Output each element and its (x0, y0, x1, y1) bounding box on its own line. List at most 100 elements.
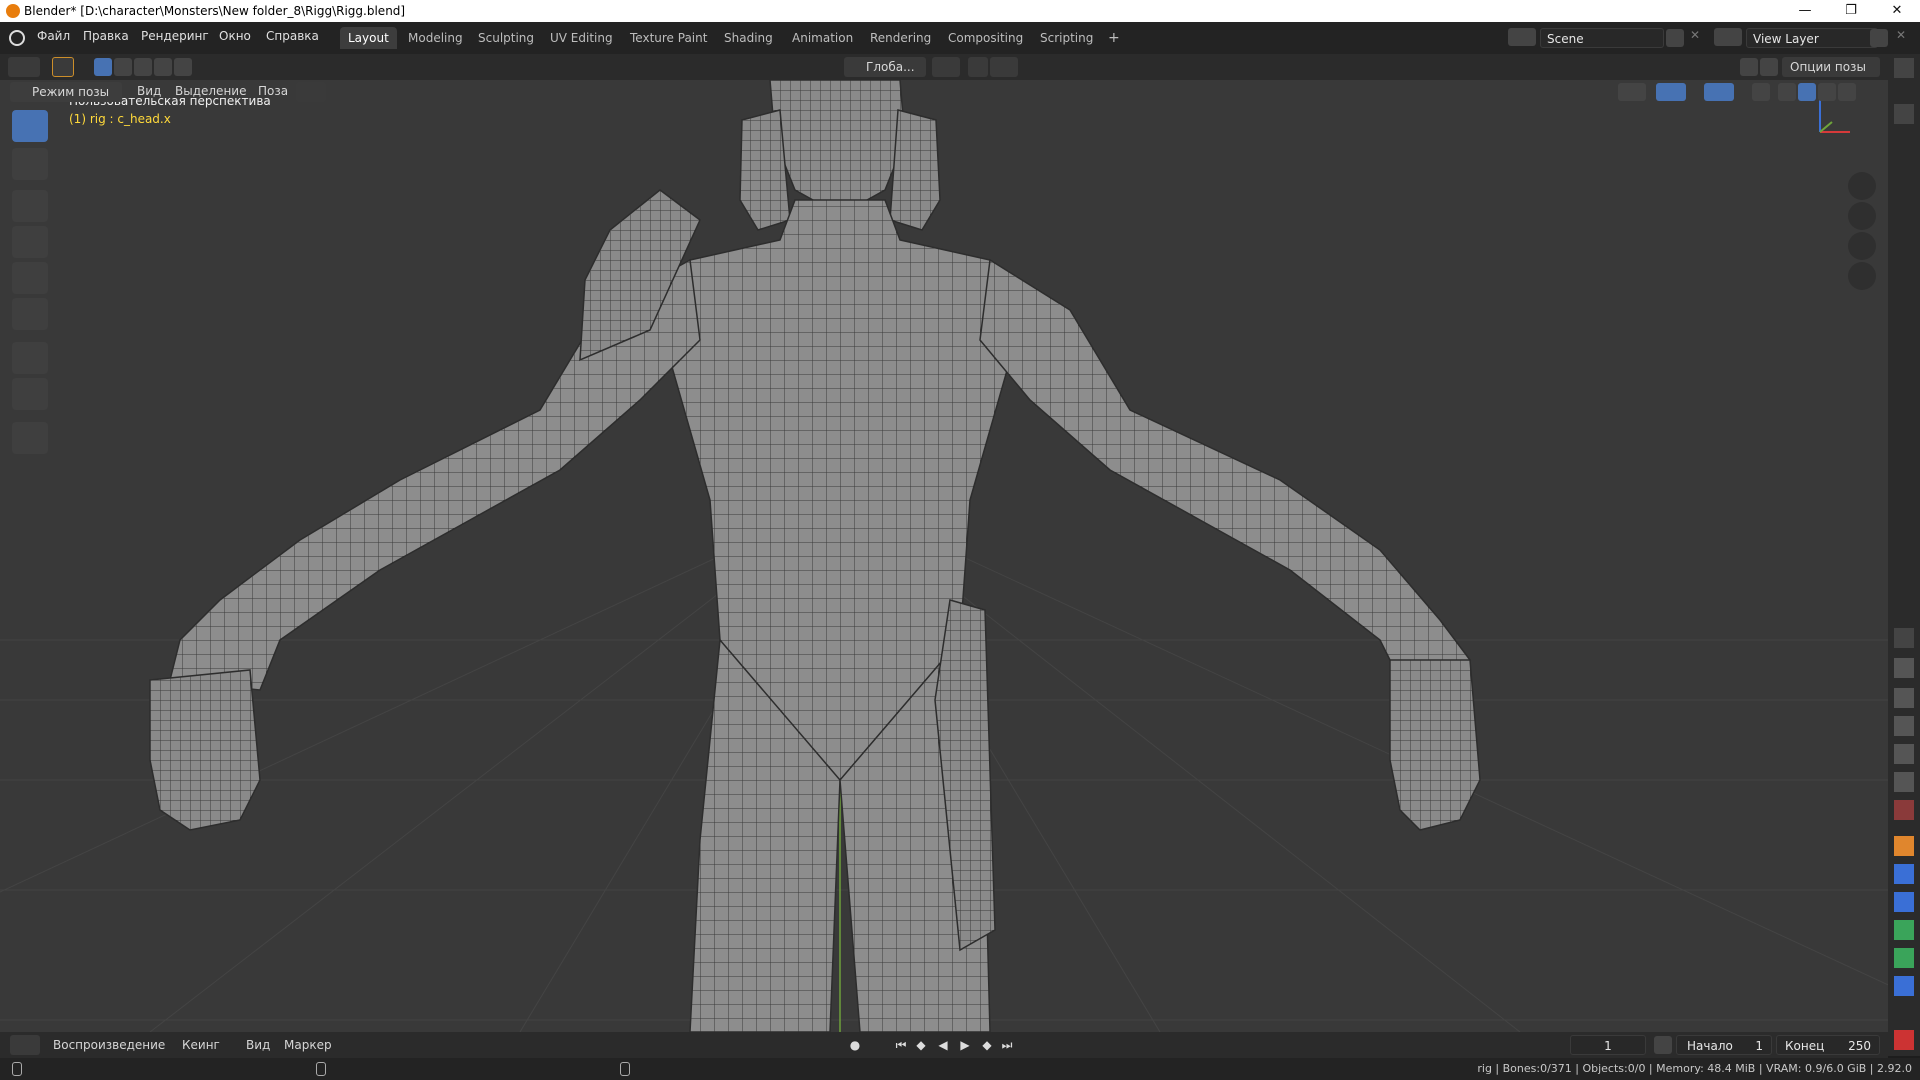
jump-end-icon[interactable]: ⏭ (998, 1036, 1016, 1054)
preview-range-icon[interactable] (1654, 1036, 1672, 1054)
tab-animation[interactable]: Animation (784, 27, 861, 49)
editor-type-icon[interactable] (8, 57, 40, 77)
x-mirror-icon[interactable] (1760, 58, 1778, 76)
world-props-icon[interactable] (1894, 800, 1914, 820)
menu-help[interactable]: Справка (266, 29, 319, 43)
proportional-icon[interactable] (296, 82, 326, 102)
marker-menu[interactable]: Маркер (284, 1038, 332, 1052)
object-props-icon[interactable] (1894, 836, 1914, 856)
tab-sculpting[interactable]: Sculpting (470, 27, 542, 49)
tab-scripting[interactable]: Scripting (1032, 27, 1101, 49)
new-view-layer-icon[interactable] (1870, 29, 1888, 47)
select-mode-subtract-icon[interactable] (134, 58, 152, 76)
select-mode-invert-icon[interactable] (154, 58, 172, 76)
maximize-button[interactable]: ❐ (1828, 0, 1874, 22)
shading-solid-icon[interactable] (1798, 83, 1816, 101)
zoom-icon[interactable] (1848, 172, 1876, 200)
pan-hand-icon[interactable] (1848, 202, 1876, 230)
modifier-props-icon[interactable] (1894, 864, 1914, 884)
annotate-icon[interactable] (12, 342, 48, 374)
delete-scene-icon[interactable]: ✕ (1690, 28, 1700, 42)
active-tool-icon[interactable] (52, 57, 74, 77)
jump-start-icon[interactable]: ⏮ (892, 1036, 910, 1054)
select-mode-intersect-icon[interactable] (174, 58, 192, 76)
tab-modeling[interactable]: Modeling (400, 27, 471, 49)
transform-orientation-dropdown[interactable]: Глоба... (844, 57, 926, 77)
close-button[interactable]: ✕ (1874, 0, 1920, 22)
next-keyframe-icon[interactable]: ◆ (978, 1036, 996, 1054)
end-frame-field[interactable]: Конец 250 (1776, 1035, 1880, 1055)
menu-select[interactable]: Выделение (175, 84, 246, 98)
playback-menu[interactable]: Воспроизведение (53, 1038, 165, 1052)
eye-icon[interactable] (1894, 104, 1914, 124)
timeline-editor-icon[interactable] (10, 1035, 40, 1055)
blender-menu-icon[interactable] (9, 30, 25, 46)
tab-rendering[interactable]: Rendering (862, 27, 939, 49)
overlays-icon[interactable] (1704, 83, 1734, 101)
tool-props-icon[interactable] (1894, 658, 1914, 678)
menu-window[interactable]: Окно (219, 29, 251, 43)
texture-props-icon[interactable] (1894, 1030, 1914, 1050)
start-frame-field[interactable]: Начало 1 (1676, 1035, 1772, 1055)
properties-icon[interactable] (1894, 628, 1914, 648)
camera-view-icon[interactable] (1848, 232, 1876, 260)
tab-uv-editing[interactable]: UV Editing (542, 27, 621, 49)
pose-options-dropdown[interactable]: Опции позы (1782, 57, 1880, 77)
select-box-icon[interactable] (12, 110, 48, 142)
play-icon[interactable]: ▶ (956, 1036, 974, 1054)
minimize-button[interactable]: — (1782, 0, 1828, 22)
pivot-point-icon[interactable] (932, 57, 960, 77)
perspective-toggle-icon[interactable] (1848, 262, 1876, 290)
render-props-icon[interactable] (1894, 688, 1914, 708)
prev-keyframe-icon[interactable]: ◆ (912, 1036, 930, 1054)
new-scene-icon[interactable] (1666, 29, 1684, 47)
add-workspace-button[interactable]: + (1100, 27, 1128, 49)
data-props-icon[interactable] (1894, 920, 1914, 940)
cursor-icon[interactable] (12, 148, 48, 180)
timeline-view-menu[interactable]: Вид (246, 1038, 270, 1052)
keying-menu[interactable]: Кеинг (182, 1038, 220, 1052)
shading-material-icon[interactable] (1818, 83, 1836, 101)
shading-wireframe-icon[interactable] (1778, 83, 1796, 101)
menu-edit[interactable]: Правка (83, 29, 129, 43)
mode-dropdown[interactable]: Режим позы (10, 82, 122, 102)
scene-name-field[interactable]: Scene (1540, 28, 1664, 48)
output-props-icon[interactable] (1894, 716, 1914, 736)
shading-rendered-icon[interactable] (1838, 83, 1856, 101)
snap-icon[interactable] (968, 57, 988, 77)
scale-icon[interactable] (12, 262, 48, 294)
view-layer-browse-icon[interactable] (1714, 28, 1742, 46)
scene-browse-icon[interactable] (1508, 28, 1536, 46)
delete-view-layer-icon[interactable]: ✕ (1896, 28, 1906, 42)
menu-render[interactable]: Рендеринг (141, 29, 209, 43)
view-layer-field[interactable]: View Layer (1746, 28, 1878, 48)
visibility-icon[interactable] (1618, 83, 1646, 101)
select-mode-extend-icon[interactable] (114, 58, 132, 76)
menu-pose[interactable]: Поза (258, 84, 288, 98)
measure-icon[interactable] (12, 378, 48, 410)
3d-viewport[interactable]: Пользовательская перспектива (1) rig : c… (0, 80, 1888, 1032)
rotate-icon[interactable] (12, 226, 48, 258)
scene-props-icon[interactable] (1894, 772, 1914, 792)
view-layer-props-icon[interactable] (1894, 744, 1914, 764)
constraint-props-icon[interactable] (1894, 892, 1914, 912)
gizmo-toggle-icon[interactable] (1656, 83, 1686, 101)
tab-shading[interactable]: Shading (716, 27, 781, 49)
bone-props-icon[interactable] (1894, 948, 1914, 968)
character-mesh[interactable] (149, 80, 1481, 1032)
move-icon[interactable] (12, 190, 48, 222)
transform-icon[interactable] (12, 298, 48, 330)
bone-constraint-icon[interactable] (1894, 976, 1914, 996)
play-reverse-icon[interactable]: ◀ (934, 1036, 952, 1054)
snap-target-icon[interactable] (990, 57, 1018, 77)
tab-compositing[interactable]: Compositing (940, 27, 1031, 49)
record-icon[interactable]: ● (846, 1036, 864, 1054)
select-mode-new-icon[interactable] (94, 58, 112, 76)
tab-layout[interactable]: Layout (340, 27, 397, 49)
xray-icon[interactable] (1752, 83, 1770, 101)
menu-file[interactable]: Файл (37, 29, 70, 43)
gizmo-transform-icon[interactable] (1740, 58, 1758, 76)
current-frame-field[interactable]: 1 (1570, 1035, 1646, 1055)
outliner-icon[interactable] (1894, 58, 1914, 78)
menu-view[interactable]: Вид (137, 84, 161, 98)
